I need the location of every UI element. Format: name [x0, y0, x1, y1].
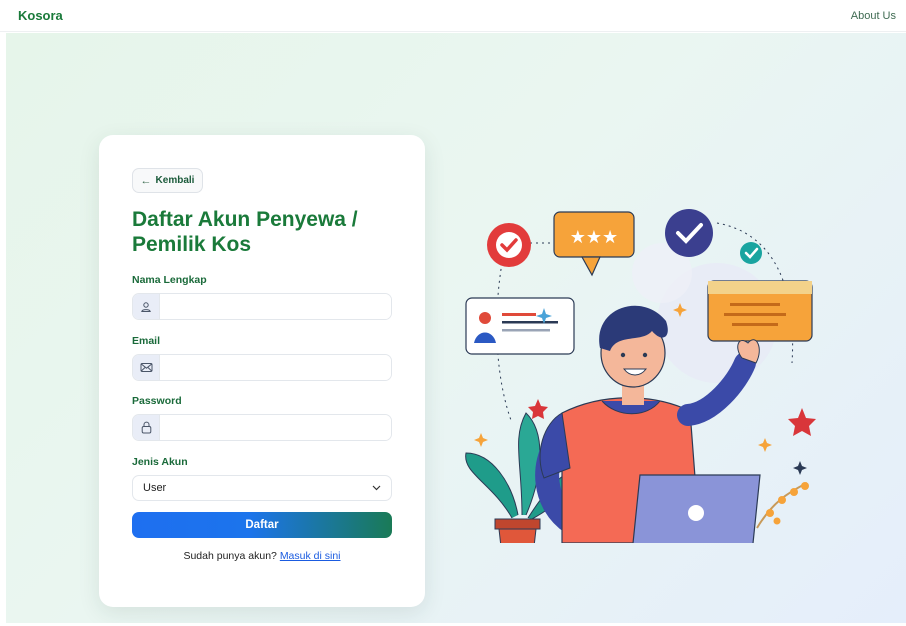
blue-check-badge [665, 209, 713, 257]
email-field-group [132, 354, 392, 381]
red-check-badge [487, 223, 531, 267]
back-button[interactable]: ← Kembali [132, 168, 203, 193]
login-prompt-text: Sudah punya akun? [183, 550, 277, 562]
email-input[interactable] [160, 355, 391, 380]
illustration: ★★★ [465, 209, 816, 543]
message-card [707, 280, 813, 342]
account-type-select[interactable]: User [132, 475, 392, 501]
name-field-group [132, 293, 392, 320]
password-label: Password [132, 395, 182, 407]
register-button[interactable]: Daftar [132, 512, 392, 538]
back-button-label: Kembali [155, 175, 195, 186]
name-input[interactable] [160, 294, 391, 319]
password-input[interactable] [160, 415, 391, 440]
user-icon [133, 294, 160, 319]
profile-card [465, 297, 575, 355]
svg-text:★★★: ★★★ [570, 227, 618, 248]
login-prompt-line: Sudah punya akun? Masuk di sini [99, 550, 425, 562]
account-type-value: User [143, 482, 167, 494]
page-title: Daftar Akun Penyewa / Pemilik Kos [132, 208, 358, 256]
rating-bubble: ★★★ [553, 211, 635, 277]
password-field-group [132, 414, 392, 441]
account-type-label: Jenis Akun [132, 456, 188, 468]
main-area: ← Kembali Daftar Akun Penyewa / Pemilik … [6, 33, 906, 623]
about-us-link[interactable]: About Us [851, 10, 896, 22]
lock-icon [133, 415, 160, 440]
login-link[interactable]: Masuk di sini [280, 550, 341, 562]
top-navbar: Kosora About Us [0, 0, 906, 32]
branch [756, 482, 809, 529]
chevron-down-icon [372, 482, 381, 494]
arrow-left-icon: ← [140, 174, 152, 187]
brand-logo[interactable]: Kosora [18, 8, 63, 23]
name-label: Nama Lengkap [132, 274, 207, 286]
envelope-icon [133, 355, 160, 380]
email-label: Email [132, 335, 161, 347]
register-card: ← Kembali Daftar Akun Penyewa / Pemilik … [99, 135, 425, 607]
